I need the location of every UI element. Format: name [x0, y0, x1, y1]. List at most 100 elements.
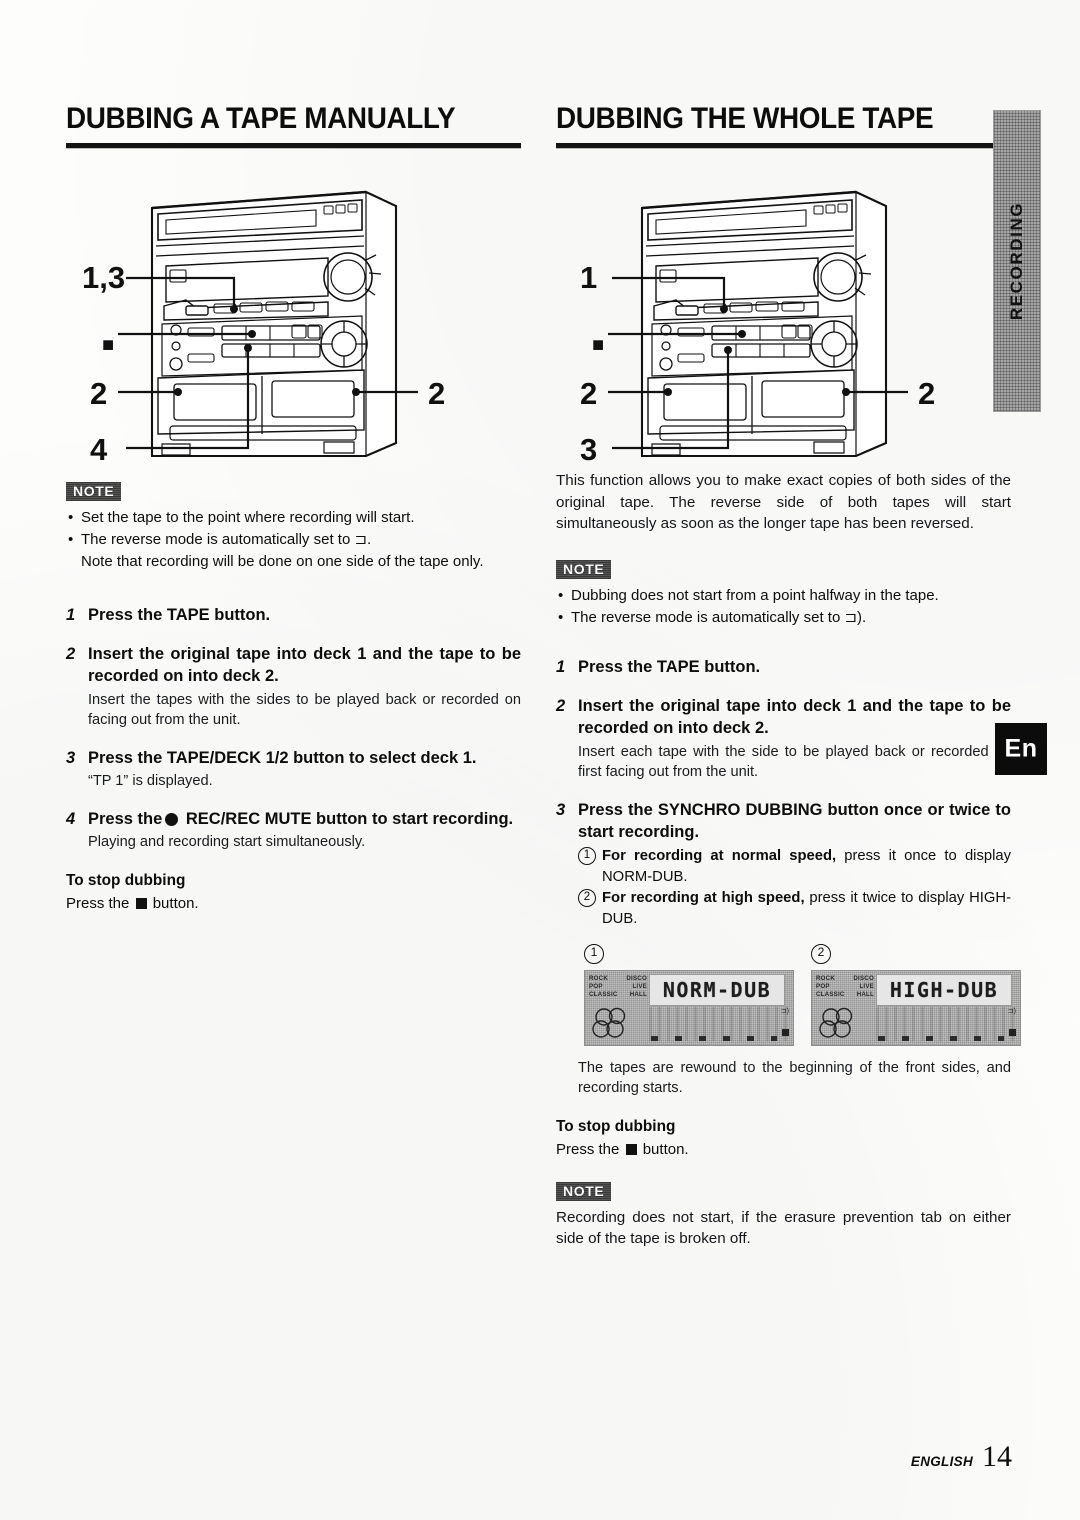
- callout-2-left: 2: [90, 376, 107, 411]
- lcd-figure-1: 1 ROCK DISCO POP LIVE CLASSIC HALL NORM-…: [584, 943, 794, 1046]
- left-title-rule: [66, 143, 521, 148]
- lcd-figure-row: 1 ROCK DISCO POP LIVE CLASSIC HALL NORM-…: [578, 943, 1021, 1052]
- mode-label: POP: [816, 982, 830, 990]
- stop-dubbing-line: Press the button.: [66, 893, 521, 914]
- stop-before: Press the: [556, 1140, 620, 1158]
- note-item: Dubbing does not start from a point half…: [556, 585, 1011, 606]
- option-bold: For recording at high speed,: [602, 889, 805, 906]
- callout-4: 4: [90, 432, 108, 463]
- step-heading: Press the SYNCHRO DUBBING button once or…: [578, 800, 1011, 842]
- manual-page: DUBBING A TAPE MANUALLY 1,3 ■ 2 2 4 NOTE…: [0, 0, 1080, 1520]
- step-heading: Insert the original tape into deck 1 and…: [88, 644, 521, 686]
- stereo-system-drawing-right: 1 ■ 2 2 3: [580, 190, 935, 463]
- mode-label: CLASSIC: [589, 991, 618, 999]
- right-note-list: Dubbing does not start from a point half…: [556, 585, 1011, 628]
- callout-stop-square: ■: [102, 334, 114, 356]
- stop-after: button.: [642, 1140, 689, 1158]
- step-number: 3: [556, 800, 566, 819]
- note-badge: NOTE: [556, 1182, 611, 1201]
- right-stereo-illustration: 1 ■ 2 2 3: [556, 178, 1011, 463]
- stereo-system-drawing-left: 1,3 ■ 2 2 4: [82, 190, 445, 463]
- lcd-reverse-icon: ⊐): [780, 1007, 789, 1015]
- mode-label: LIVE: [859, 982, 874, 990]
- callout-1: 1: [580, 260, 597, 295]
- step-3: 3 Press the TAPE/DECK 1/2 button to sele…: [66, 747, 521, 792]
- step-detail: Playing and recording start simultaneous…: [88, 834, 366, 850]
- step-number: 2: [556, 696, 566, 715]
- step-number: 1: [66, 606, 76, 624]
- callout-2-left: 2: [580, 376, 597, 411]
- language-tab-label: En: [1004, 734, 1038, 763]
- venn-circles-icon: [819, 1007, 853, 1038]
- step-3: 3 Press the SYNCHRO DUBBING button once …: [556, 799, 1021, 1099]
- stop-before: Press the: [66, 894, 130, 912]
- mode-label: ROCK: [589, 974, 609, 982]
- record-dot-icon: [165, 812, 179, 826]
- step-number: 4: [66, 809, 76, 828]
- step-heading: Press the TAPE button.: [88, 606, 271, 624]
- callout-1-3: 1,3: [82, 260, 125, 295]
- step-heading: Press the REC/REC MUTE button to start r…: [88, 808, 521, 831]
- right-note-block: NOTE Dubbing does not start from a point…: [556, 560, 1011, 629]
- circled-number-icon: 2: [811, 943, 831, 964]
- right-bottom-note: NOTE Recording does not start, if the er…: [556, 1182, 1011, 1250]
- callout-2-right: 2: [918, 376, 935, 411]
- callout-2-right: 2: [428, 376, 445, 411]
- intro-paragraph: This function allows you to make exact c…: [556, 472, 1011, 532]
- circled-number-icon: 1: [578, 846, 596, 865]
- step-1: 1 Press the TAPE button.: [556, 656, 1011, 679]
- mode-label: POP: [589, 982, 603, 990]
- chapter-tab-label: RECORDING: [1007, 201, 1026, 321]
- left-title-block: DUBBING A TAPE MANUALLY: [66, 104, 521, 148]
- stop-dubbing-heading: To stop dubbing: [66, 871, 186, 889]
- lcd-indicator-icon: [1009, 1028, 1016, 1036]
- note-item: Note that recording will be done on one …: [81, 553, 484, 570]
- step-number: 3: [66, 748, 76, 767]
- lcd-tick-row: [878, 1035, 1004, 1041]
- speed-option: 2 For recording at high speed, press it t…: [578, 888, 1011, 930]
- option-bold: For recording at normal speed,: [602, 847, 837, 864]
- right-section-title: DUBBING THE WHOLE TAPE: [556, 102, 934, 135]
- left-stereo-illustration: 1,3 ■ 2 2 4: [66, 178, 521, 463]
- lcd-mode-labels: ROCK DISCO POP LIVE CLASSIC HALL: [589, 975, 647, 1000]
- note-item: The reverse mode is automatically set to…: [66, 529, 521, 550]
- right-title-rule: [556, 143, 1011, 148]
- footer-language-label: ENGLISH: [910, 1454, 973, 1469]
- step-detail: Insert the tapes with the sides to be pl…: [88, 691, 521, 729]
- step-number: 1: [556, 658, 566, 676]
- step-1: 1 Press the TAPE button.: [66, 604, 521, 627]
- left-note-list: Set the tape to the point where recordin…: [66, 507, 521, 572]
- mode-label: LIVE: [632, 982, 647, 990]
- step-heading: Press the TAPE/DECK 1/2 button to select…: [88, 748, 477, 767]
- stop-dubbing-line: Press the button.: [556, 1139, 1011, 1160]
- step-2: 2 Insert the original tape into deck 1 a…: [556, 695, 1011, 783]
- chapter-tab-recording: RECORDING: [993, 110, 1041, 412]
- note-item: Set the tape to the point where recordin…: [66, 507, 521, 528]
- left-steps: 1 Press the TAPE button. 2 Insert the or…: [66, 588, 521, 914]
- callout-3: 3: [580, 432, 597, 463]
- mode-label: HALL: [629, 991, 647, 999]
- note-item: The reverse mode is automatically set to…: [556, 607, 1011, 628]
- footer-page-number: 14: [982, 1440, 1012, 1473]
- right-intro: This function allows you to make exact c…: [556, 470, 1011, 535]
- step-detail: Insert each tape with the side to be pla…: [578, 743, 1011, 781]
- step-number: 2: [66, 644, 76, 663]
- step-4: 4 Press the REC/REC MUTE button to start…: [66, 808, 521, 853]
- stop-after: button.: [152, 894, 199, 912]
- step-heading: Insert the original tape into deck 1 and…: [578, 696, 1011, 738]
- speed-option: 1 For recording at normal speed, press it…: [578, 846, 1011, 888]
- lcd-display: ROCK DISCO POP LIVE CLASSIC HALL: [811, 969, 1021, 1046]
- lcd-main-text: HIGH-DUB: [876, 973, 1012, 1006]
- speed-option-list: 1 For recording at normal speed, press it…: [578, 846, 1011, 930]
- stop-square-icon: [625, 1143, 637, 1155]
- step-2: 2 Insert the original tape into deck 1 a…: [66, 643, 521, 731]
- venn-circles-icon: [592, 1007, 626, 1038]
- right-title-block: DUBBING THE WHOLE TAPE: [556, 104, 1011, 148]
- note-badge: NOTE: [66, 482, 121, 501]
- step-heading: Press the TAPE button.: [578, 658, 761, 676]
- lcd-display: ROCK DISCO POP LIVE CLASSIC HALL: [584, 969, 794, 1046]
- step-heading-before: Press the: [88, 809, 163, 828]
- callout-stop-square: ■: [592, 334, 604, 356]
- lcd-main-text: NORM-DUB: [649, 973, 785, 1006]
- lcd-figure-2: 2 ROCK DISCO POP LIVE CLASSIC HALL HIGH-…: [811, 943, 1021, 1046]
